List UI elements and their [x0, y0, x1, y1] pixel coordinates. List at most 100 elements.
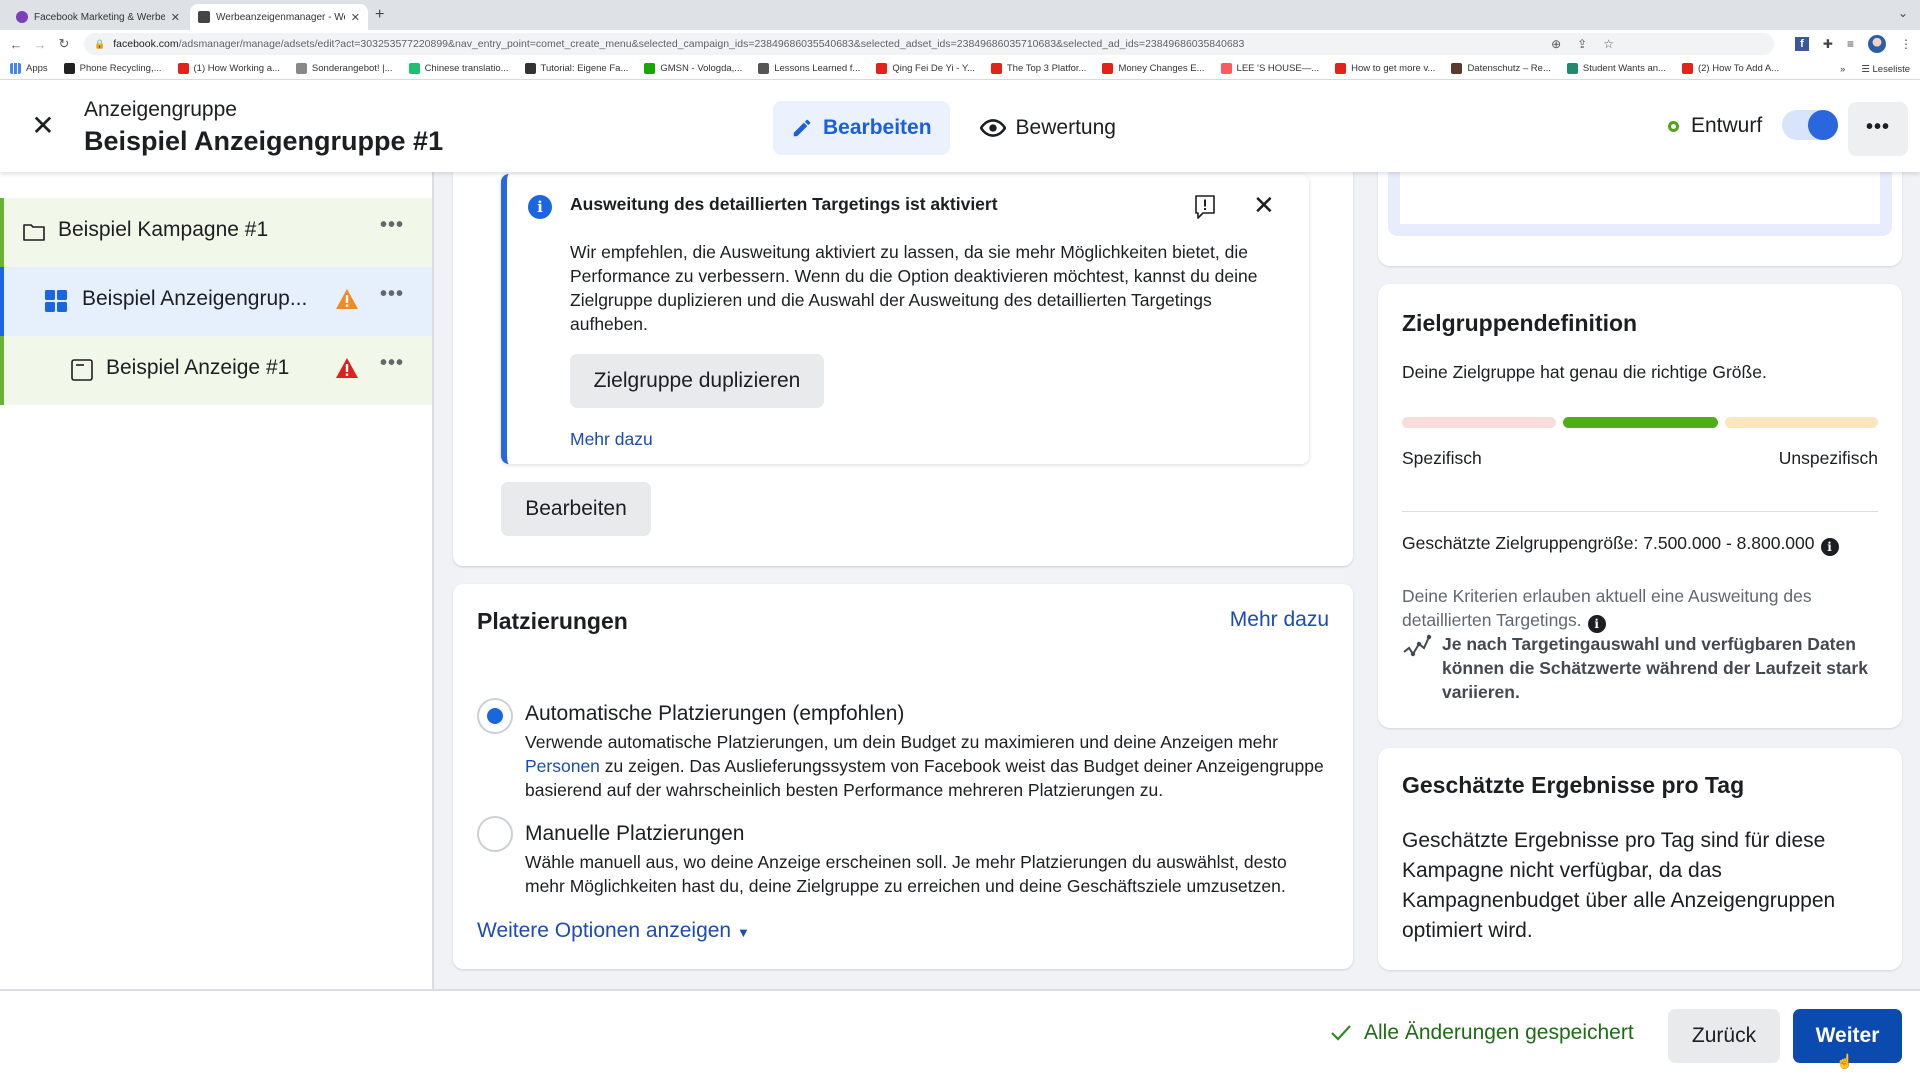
bookmark-item[interactable]: GMSN - Vologda,...: [644, 63, 742, 74]
warning-red-icon: [336, 358, 358, 378]
bookmark-item[interactable]: How to get more v...: [1335, 63, 1435, 74]
back-arrow-icon[interactable]: ←: [4, 37, 28, 52]
extensions-puzzle-icon[interactable]: ✚: [1823, 37, 1833, 51]
clock-icon: [295, 63, 307, 74]
media-control-icon[interactable]: ≡: [1847, 37, 1854, 51]
daily-results-card: Geschätzte Ergebnisse pro Tag Geschätzte…: [1378, 748, 1902, 970]
sidebar-item-campaign[interactable]: Beispiel Kampagne #1 •••: [0, 198, 432, 267]
tab-close-icon[interactable]: ✕: [351, 11, 360, 24]
bookmark-item[interactable]: Tutorial: Eigene Fa...: [524, 63, 628, 74]
bookmark-item[interactable]: Apps: [10, 63, 48, 74]
forward-arrow-icon[interactable]: →: [28, 37, 52, 52]
sidebar-item-adset[interactable]: Beispiel Anzeigengrup... •••: [0, 267, 432, 336]
site-icon: [1451, 63, 1463, 74]
bookmark-label: How to get more v...: [1351, 63, 1436, 74]
sidebar-item-ad[interactable]: Beispiel Anzeige #1 •••: [0, 336, 432, 405]
bookmark-item[interactable]: Lessons Learned f...: [758, 63, 860, 74]
criteria-text: Deine Kriterien erlauben aktuell eine Au…: [1402, 584, 1872, 633]
audience-definition-title: Zielgruppendefinition: [1402, 310, 1638, 336]
bookmark-item[interactable]: (1) How Working a...: [177, 63, 280, 74]
tab-edit[interactable]: Bearbeiten: [773, 101, 950, 155]
lock-icon: 🔒: [94, 38, 106, 49]
criteria-label: Deine Kriterien erlauben aktuell eine Au…: [1402, 586, 1812, 630]
notice-learn-more-link[interactable]: Mehr dazu: [570, 429, 653, 450]
automatic-placements-radio[interactable]: [477, 698, 513, 734]
facebook-extension-icon[interactable]: f: [1794, 37, 1809, 51]
edit-audience-button[interactable]: Bearbeiten: [501, 482, 651, 536]
info-icon[interactable]: i: [1587, 615, 1606, 633]
ad-more-icon[interactable]: •••: [380, 352, 404, 375]
close-notice-icon[interactable]: ✕: [1253, 190, 1275, 221]
people-link[interactable]: Personen: [525, 756, 600, 776]
notice-body: Wir empfehlen, die Ausweitung aktiviert …: [570, 242, 1258, 334]
bookmark-item[interactable]: Student Wants an...: [1566, 63, 1666, 74]
meter-segment-broad: [1725, 417, 1878, 428]
reading-list-button[interactable]: ☰ Leseliste: [1861, 64, 1910, 75]
info-icon[interactable]: i: [1820, 538, 1839, 556]
youtube-icon: [1681, 63, 1693, 74]
daily-results-title: Geschätzte Ergebnisse pro Tag: [1402, 772, 1745, 798]
profile-avatar[interactable]: [1868, 35, 1886, 53]
report-feedback-icon[interactable]: [1193, 194, 1217, 220]
bookmark-label: LEE 'S HOUSE—...: [1236, 63, 1320, 74]
adset-active-toggle[interactable]: [1782, 110, 1838, 140]
meter-label-left: Spezifisch: [1402, 448, 1482, 468]
bookmark-item[interactable]: (2) How To Add A...: [1681, 63, 1779, 74]
close-editor-icon[interactable]: ✕: [28, 111, 58, 141]
more-bookmarks-icon[interactable]: »: [1840, 64, 1845, 75]
more-options-button[interactable]: •••: [1848, 102, 1908, 156]
apps-grid-icon: [10, 63, 21, 74]
t-icon: [1566, 63, 1578, 74]
bookmark-label: Student Wants an...: [1582, 63, 1666, 74]
tab-search-chevron-icon[interactable]: ⌄: [1898, 6, 1908, 20]
browser-tab-active[interactable]: Werbeanzeigenmanager - Wer ✕: [190, 4, 368, 30]
url-host: facebook.com: [113, 38, 179, 50]
tab-title: Facebook Marketing & Werbea: [34, 11, 165, 23]
trend-chart-icon: [1403, 634, 1432, 657]
automatic-placements-title: Automatische Platzierungen (empfohlen): [525, 702, 905, 725]
bookmark-item[interactable]: Phone Recycling,...: [63, 63, 162, 74]
bookmark-item[interactable]: Qing Fei De Yi - Y...: [876, 63, 975, 74]
bookmark-item[interactable]: LEE 'S HOUSE—...: [1220, 63, 1320, 74]
hash-icon: [524, 63, 536, 74]
targeting-expansion-notice: i Ausweitung des detaillierten Targeting…: [501, 174, 1309, 464]
desc-text: zu zeigen. Das Auslieferungssystem von F…: [525, 756, 1324, 800]
sidebar-item-label: Beispiel Anzeigengrup...: [82, 287, 308, 310]
save-status-label: Alle Änderungen gespeichert: [1364, 1021, 1634, 1044]
sidebar-item-label: Beispiel Anzeige #1: [106, 356, 290, 379]
tab-favicon-icon: [16, 11, 28, 23]
zoom-icon[interactable]: ⊕: [1551, 37, 1561, 51]
tab-close-icon[interactable]: ✕: [171, 11, 180, 24]
new-tab-icon[interactable]: +: [375, 6, 384, 24]
duplicate-audience-button[interactable]: Zielgruppe duplizieren: [570, 354, 824, 408]
bookmark-item[interactable]: Money Changes E...: [1102, 63, 1205, 74]
url-path: /adsmanager/manage/adsets/edit?act=30325…: [178, 38, 1245, 50]
bookmark-label: GMSN - Vologda,...: [660, 63, 743, 74]
pencil-icon: [793, 119, 811, 137]
bookmark-item[interactable]: Sonderangebot! |...: [295, 63, 393, 74]
meter-segment-specific: [1402, 417, 1556, 428]
bookmark-star-icon[interactable]: ☆: [1603, 37, 1614, 51]
address-bar[interactable]: 🔒 facebook.com/adsmanager/manage/adsets/…: [84, 33, 1774, 55]
campaign-more-icon[interactable]: •••: [380, 214, 404, 237]
youtube-icon: [1102, 63, 1114, 74]
more-options-link[interactable]: Weitere Optionen anzeigen ▼: [477, 919, 750, 943]
placements-learn-more-link[interactable]: Mehr dazu: [1230, 608, 1329, 632]
back-button[interactable]: Zurück: [1668, 1009, 1780, 1063]
manual-placements-radio[interactable]: [477, 816, 513, 852]
adset-more-icon[interactable]: •••: [380, 283, 404, 306]
info-icon: i: [528, 195, 552, 219]
editor-footer: Alle Änderungen gespeichert Zurück Weite…: [0, 989, 1920, 1080]
bookmark-item[interactable]: The Top 3 Platfor...: [990, 63, 1086, 74]
reload-icon[interactable]: ↻: [52, 36, 76, 52]
share-icon[interactable]: ⇪: [1577, 37, 1587, 51]
bookmark-item[interactable]: Chinese translatio...: [408, 63, 509, 74]
bookmark-item[interactable]: Datenschutz – Re...: [1451, 63, 1551, 74]
browser-menu-icon[interactable]: ⋮: [1900, 37, 1912, 51]
placements-card: Platzierungen Mehr dazu Automatische Pla…: [453, 584, 1353, 969]
save-status: Alle Änderungen gespeichert: [1330, 1021, 1634, 1045]
placements-title: Platzierungen: [477, 608, 628, 634]
tab-review[interactable]: Bewertung: [962, 101, 1134, 155]
checkmark-icon: [1331, 1025, 1351, 1041]
browser-tab[interactable]: Facebook Marketing & Werbea ✕: [8, 4, 188, 30]
